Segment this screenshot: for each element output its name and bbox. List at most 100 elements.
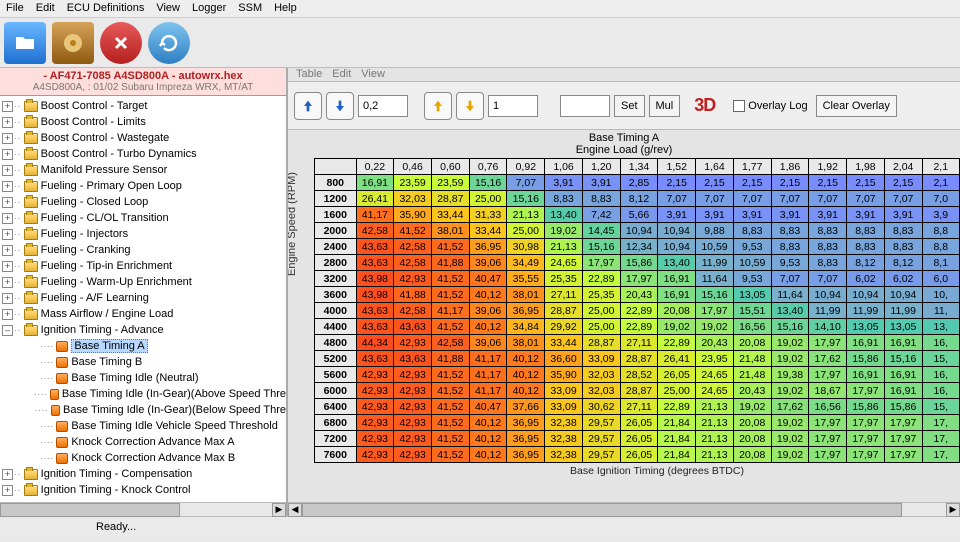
tab-view[interactable]: View (361, 68, 385, 81)
col-header[interactable]: 0,46 (394, 159, 432, 175)
data-cell[interactable]: 9,53 (733, 239, 771, 255)
data-cell[interactable]: 40,12 (507, 383, 545, 399)
tree-row[interactable]: +··Boost Control - Limits (0, 114, 286, 130)
data-cell[interactable]: 17,97 (809, 431, 847, 447)
data-cell[interactable]: 40,12 (469, 319, 507, 335)
data-cell[interactable]: 16,91 (658, 271, 696, 287)
tree-row[interactable]: +··Mass Airflow / Engine Load (0, 306, 286, 322)
data-cell[interactable]: 15,16 (771, 319, 809, 335)
data-cell[interactable]: 42,93 (394, 335, 432, 351)
data-cell[interactable]: 41,17 (469, 367, 507, 383)
tree-row[interactable]: +··Ignition Timing - Compensation (0, 466, 286, 482)
data-cell[interactable]: 15,16 (582, 239, 620, 255)
data-cell[interactable]: 21,84 (658, 447, 696, 463)
data-cell[interactable]: 15,86 (847, 399, 885, 415)
data-cell[interactable]: 15,51 (733, 303, 771, 319)
data-cell[interactable]: 9,53 (771, 255, 809, 271)
menu-help[interactable]: Help (274, 2, 297, 15)
data-cell[interactable]: 20,08 (658, 303, 696, 319)
tree-row[interactable]: +··Fueling - Tip-in Enrichment (0, 258, 286, 274)
data-cell[interactable]: 26,05 (620, 447, 658, 463)
data-cell[interactable]: 11,99 (809, 303, 847, 319)
data-cell[interactable]: 19,02 (658, 319, 696, 335)
tree-row[interactable]: ····Base Timing Idle Vehicle Speed Thres… (0, 418, 286, 434)
data-cell[interactable]: 34,84 (507, 319, 545, 335)
data-cell[interactable]: 17,97 (809, 415, 847, 431)
data-cell[interactable]: 16,91 (884, 367, 922, 383)
col-header[interactable]: 1,92 (809, 159, 847, 175)
data-cell[interactable]: 20,43 (733, 383, 771, 399)
col-header[interactable]: 2,1 (922, 159, 959, 175)
data-cell[interactable]: 21,13 (545, 239, 583, 255)
data-cell[interactable]: 19,02 (696, 319, 734, 335)
data-cell[interactable]: 11,64 (771, 287, 809, 303)
toolbar-open-icon[interactable] (4, 22, 46, 64)
data-cell[interactable]: 8,83 (771, 223, 809, 239)
fine-step-input[interactable]: 0,2 (358, 95, 408, 117)
row-header[interactable]: 6400 (315, 399, 357, 415)
data-cell[interactable]: 3,91 (696, 207, 734, 223)
col-header[interactable]: 0,76 (469, 159, 507, 175)
data-cell[interactable]: 20,08 (733, 431, 771, 447)
data-cell[interactable]: 43,98 (356, 287, 394, 303)
data-cell[interactable]: 5,66 (620, 207, 658, 223)
row-header[interactable]: 6800 (315, 415, 357, 431)
data-cell[interactable]: 6,02 (884, 271, 922, 287)
data-cell[interactable]: 8,12 (847, 255, 885, 271)
data-cell[interactable]: 3,91 (809, 207, 847, 223)
data-cell[interactable]: 7,0 (922, 191, 959, 207)
expand-icon[interactable]: + (2, 213, 13, 224)
data-cell[interactable]: 2,15 (771, 175, 809, 191)
data-cell[interactable]: 41,52 (431, 399, 469, 415)
data-cell[interactable]: 2,15 (696, 175, 734, 191)
mul-button[interactable]: Mul (649, 95, 681, 117)
data-cell[interactable]: 13,40 (545, 207, 583, 223)
data-cell[interactable]: 6,02 (847, 271, 885, 287)
data-cell[interactable]: 41,52 (431, 415, 469, 431)
data-cell[interactable]: 39,06 (469, 335, 507, 351)
data-cell[interactable]: 8,83 (884, 239, 922, 255)
data-cell[interactable]: 2,15 (809, 175, 847, 191)
data-cell[interactable]: 6,0 (922, 271, 959, 287)
data-cell[interactable]: 29,57 (582, 431, 620, 447)
row-header[interactable]: 800 (315, 175, 357, 191)
data-cell[interactable]: 38,01 (431, 223, 469, 239)
menu-logger[interactable]: Logger (192, 2, 226, 15)
data-cell[interactable]: 16,91 (847, 367, 885, 383)
data-cell[interactable]: 42,93 (394, 367, 432, 383)
tree-row[interactable]: +··Fueling - Injectors (0, 226, 286, 242)
data-cell[interactable]: 16,91 (356, 175, 394, 191)
data-cell[interactable]: 3,91 (582, 175, 620, 191)
data-cell[interactable]: 17, (922, 447, 959, 463)
data-cell[interactable]: 32,03 (582, 367, 620, 383)
tree-hscrollbar[interactable]: ▶ (0, 502, 286, 516)
data-cell[interactable]: 15,16 (507, 191, 545, 207)
data-cell[interactable]: 16,56 (733, 319, 771, 335)
menu-ssm[interactable]: SSM (238, 2, 262, 15)
data-cell[interactable]: 30,62 (582, 399, 620, 415)
expand-icon[interactable]: + (2, 149, 13, 160)
data-cell[interactable]: 2,15 (658, 175, 696, 191)
data-cell[interactable]: 2,15 (884, 175, 922, 191)
data-cell[interactable]: 10,94 (809, 287, 847, 303)
data-cell[interactable]: 42,93 (356, 383, 394, 399)
data-cell[interactable]: 13,05 (733, 287, 771, 303)
data-cell[interactable]: 11,99 (847, 303, 885, 319)
tree-row[interactable]: +··Fueling - Cranking (0, 242, 286, 258)
data-cell[interactable]: 7,07 (809, 271, 847, 287)
data-cell[interactable]: 24,65 (696, 367, 734, 383)
data-cell[interactable]: 27,11 (620, 335, 658, 351)
data-cell[interactable]: 41,52 (431, 383, 469, 399)
data-cell[interactable]: 7,07 (696, 191, 734, 207)
scrollbar-thumb[interactable] (0, 503, 180, 517)
data-cell[interactable]: 17, (922, 431, 959, 447)
data-cell[interactable]: 16, (922, 383, 959, 399)
tree-row[interactable]: ····Knock Correction Advance Max A (0, 434, 286, 450)
set-button[interactable]: Set (614, 95, 645, 117)
data-cell[interactable]: 42,93 (356, 399, 394, 415)
data-cell[interactable]: 19,02 (771, 351, 809, 367)
data-cell[interactable]: 2,1 (922, 175, 959, 191)
tree-row[interactable]: ····Base Timing Idle (In-Gear)(Above Spe… (0, 386, 286, 402)
tree-row[interactable]: ····Base Timing B (0, 354, 286, 370)
data-cell[interactable]: 43,63 (356, 319, 394, 335)
